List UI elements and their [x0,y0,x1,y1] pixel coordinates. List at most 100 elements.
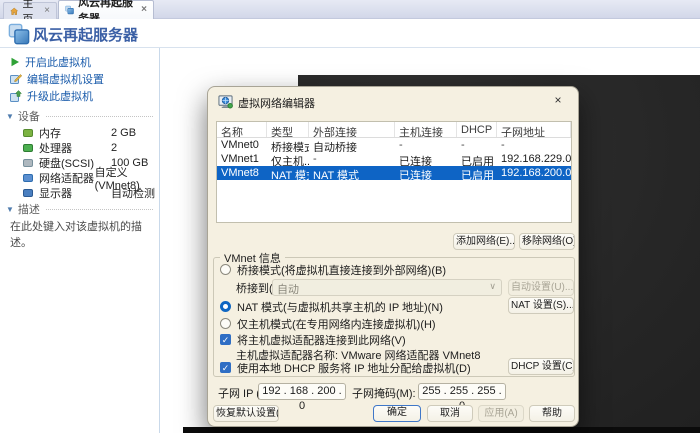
command-label: 编辑虚拟机设置 [27,71,104,87]
close-icon[interactable]: × [548,92,568,109]
divider [46,116,153,117]
home-icon [10,6,18,17]
table-cell: - [395,138,457,152]
divider [46,209,153,210]
upgrade-vm-command[interactable]: 升级此虚拟机 [10,89,93,103]
upgrade-icon [10,90,22,102]
tab-home-close-icon[interactable]: × [44,6,50,16]
virtual-network-editor-dialog: 虚拟网络编辑器 × 名称类型外部连接主机连接DHCP子网地址 VMnet0桥接模… [207,86,579,427]
device-value: 自动检测 [111,185,155,201]
subnet-mask-label: 子网掩码(M): [352,385,416,401]
subnet-mask-label-row: 子网掩码(M): [352,386,416,399]
hostonly-mode-option[interactable]: 仅主机模式(在专用网络内连接虚拟机)(H) [220,317,436,330]
connect-host-adapter-label: 将主机虚拟适配器连接到此网络(V) [237,332,406,348]
device-row[interactable]: 处理器2 [22,141,155,154]
memory-icon [22,127,34,139]
table-cell: 桥接模式 [267,138,309,152]
connect-host-adapter-checkbox[interactable]: ✓ [220,334,231,345]
table-cell: 已启用 [457,152,497,166]
bridged-to-value: 自动 [277,284,299,296]
ok-button[interactable]: 确定 [373,405,421,422]
display-icon [22,187,34,199]
table-cell: 自动桥接 [309,138,395,152]
networks-table[interactable]: 名称类型外部连接主机连接DHCP子网地址 VMnet0桥接模式自动桥接---VM… [216,121,572,223]
hostonly-radio[interactable] [220,318,231,329]
table-cell: - [497,138,571,152]
devices-section-label: 设备 [18,108,40,124]
auto-settings-button[interactable]: 自动设置(U)... [508,279,574,296]
table-cell: - [309,152,395,166]
restore-defaults-button[interactable]: 恢复默认设置(R) [213,405,279,422]
bridged-mode-option[interactable]: 桥接模式(将虚拟机直接连接到外部网络)(B) [220,263,446,276]
connect-host-adapter-option[interactable]: ✓ 将主机虚拟适配器连接到此网络(V) [220,333,406,346]
bridged-to-select[interactable]: 自动 ∨ [272,279,502,296]
device-row[interactable]: 内存2 GB [22,126,155,139]
table-column-header[interactable]: DHCP [457,122,497,137]
device-row[interactable]: 显示器自动检测 [22,186,155,199]
bridged-radio[interactable] [220,264,231,275]
subnet-mask-input[interactable]: 255 . 255 . 255 . 0 [418,383,506,400]
tab-home[interactable]: 主页 × [3,2,57,19]
description-text[interactable]: 在此处键入对该虚拟机的描述。 [10,218,152,250]
remove-network-button[interactable]: 移除网络(O) [519,233,575,250]
table-cell: VMnet1 [217,152,267,166]
table-body: VMnet0桥接模式自动桥接---VMnet1仅主机...-已连接已启用192.… [217,138,571,180]
table-row[interactable]: VMnet8NAT 模式NAT 模式已连接已启用192.168.200.0 [217,166,571,180]
table-column-header[interactable]: 主机连接 [395,122,457,137]
table-cell: VMnet8 [217,166,267,180]
device-row[interactable]: 网络适配器自定义(VMnet8) [22,171,155,184]
table-cell: 192.168.229.0 [497,152,571,166]
tab-vm[interactable]: 风云再起服务器 × [58,0,154,19]
power-on-vm-command[interactable]: 开启此虚拟机 [10,55,91,69]
sidebar: 开启此虚拟机 编辑虚拟机设置 升级此虚拟机 ▼ 设备 内存2 GB处理器2硬盘(… [0,48,160,433]
dialog-titlebar[interactable]: 虚拟网络编辑器 × [208,87,578,115]
table-row[interactable]: VMnet1仅主机...-已连接已启用192.168.229.0 [217,152,571,166]
description-section-header[interactable]: ▼ 描述 [6,203,153,215]
table-row[interactable]: VMnet0桥接模式自动桥接--- [217,138,571,152]
device-name: 显示器 [39,185,111,201]
processor-icon [22,142,34,154]
table-column-header[interactable]: 类型 [267,122,309,137]
add-network-button[interactable]: 添加网络(E)... [453,233,515,250]
table-cell: NAT 模式 [309,166,395,180]
device-value: 2 GB [111,127,136,139]
help-button[interactable]: 帮助 [529,405,575,422]
chevron-down-icon: ▼ [6,205,14,214]
use-dhcp-option[interactable]: ✓ 使用本地 DHCP 服务将 IP 地址分配给虚拟机(D) [220,361,471,374]
network-editor-icon [218,94,233,109]
device-value: 2 [111,142,117,154]
device-name: 内存 [39,125,111,141]
tab-vm-close-icon[interactable]: × [141,5,147,15]
hostonly-label: 仅主机模式(在专用网络内连接虚拟机)(H) [237,316,436,332]
table-column-header[interactable]: 外部连接 [309,122,395,137]
vm-icon [65,4,74,16]
subnet-ip-input[interactable]: 192 . 168 . 200 . 0 [258,383,346,400]
vm-header: 风云再起服务器 [0,19,700,48]
table-cell: VMnet0 [217,138,267,152]
table-column-header[interactable]: 名称 [217,122,267,137]
chevron-down-icon: ▼ [6,112,14,121]
edit-settings-icon [10,73,22,85]
vmware-workstation-window: 主页 × 风云再起服务器 × 风云再起服务器 [0,0,700,433]
table-cell: 已启用 [457,166,497,180]
chevron-down-icon: ∨ [489,281,496,292]
page-title: 风云再起服务器 [33,24,138,45]
nat-mode-option[interactable]: NAT 模式(与虚拟机共享主机的 IP 地址)(N) [220,300,443,313]
network-adapter-icon [22,172,34,184]
tab-bar: 主页 × 风云再起服务器 × [0,0,700,19]
apply-button[interactable]: 应用(A) [478,405,524,422]
table-header-row: 名称类型外部连接主机连接DHCP子网地址 [217,122,571,138]
dhcp-settings-button[interactable]: DHCP 设置(C)... [508,358,574,375]
cancel-button[interactable]: 取消 [427,405,473,422]
edit-vm-settings-command[interactable]: 编辑虚拟机设置 [10,72,104,86]
use-dhcp-checkbox[interactable]: ✓ [220,362,231,373]
nat-radio[interactable] [220,301,231,312]
table-cell: 已连接 [395,166,457,180]
command-label: 开启此虚拟机 [25,54,91,70]
nat-settings-button[interactable]: NAT 设置(S)... [508,297,574,314]
table-cell: 仅主机... [267,152,309,166]
description-section-label: 描述 [18,201,40,217]
devices-section-header[interactable]: ▼ 设备 [6,110,153,122]
table-column-header[interactable]: 子网地址 [497,122,571,137]
harddisk-icon [22,157,34,169]
